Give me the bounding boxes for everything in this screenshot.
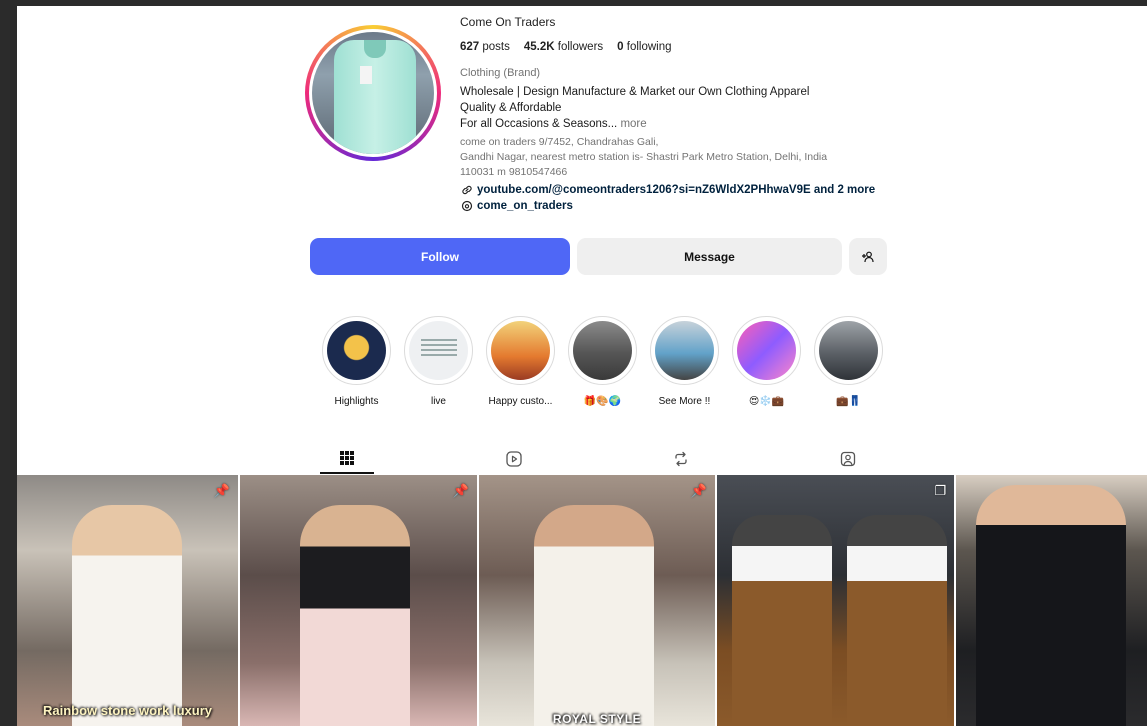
avatar	[312, 32, 434, 154]
profile-page: Come On Traders 627 posts 45.2K follower…	[17, 6, 1147, 726]
link-text: youtube.com/@comeontraders1206?si=nZ6Wld…	[477, 183, 876, 196]
grid-icon	[340, 451, 354, 465]
highlight-item[interactable]: 🎁🎨🌍	[568, 316, 637, 407]
pin-icon: 📌	[452, 483, 469, 498]
tagged-icon	[840, 451, 856, 467]
highlight-cover	[573, 321, 632, 380]
profile-avatar-story-ring[interactable]	[305, 25, 441, 161]
highlight-label: 💼👖	[836, 396, 861, 407]
posts-grid: 📌 Rainbow stone work luxury 📌 📌 ROYAL ST…	[17, 475, 1147, 726]
following-stat[interactable]: 0 following	[617, 41, 671, 53]
pin-icon: 📌	[213, 483, 230, 498]
profile-stats: 627 posts 45.2K followers 0 following	[460, 41, 900, 53]
follow-button[interactable]: Follow	[310, 238, 570, 275]
post-thumbnail[interactable]	[956, 475, 1147, 726]
post-thumbnail[interactable]: 📌	[240, 475, 477, 726]
reels-icon	[506, 451, 522, 467]
bio-line: Quality & Affordable	[460, 102, 562, 114]
add-person-icon	[862, 251, 874, 262]
highlight-label: live	[430, 396, 446, 407]
highlight-cover	[491, 321, 550, 380]
highlight-cover	[737, 321, 796, 380]
posts-stat: 627 posts	[460, 41, 510, 53]
post-overlay-text: Rainbow stone work luxury	[42, 703, 213, 718]
tab-reels[interactable]	[487, 444, 541, 474]
highlight-item[interactable]: live	[404, 316, 473, 407]
highlight-label: 😍❄️💼	[748, 396, 785, 407]
link-icon	[460, 183, 473, 196]
highlight-item[interactable]: 😍❄️💼	[732, 316, 801, 407]
address-line: 110031 m 9810547466	[460, 166, 568, 178]
highlight-label: See More !!	[658, 396, 711, 407]
multi-post-icon: ❐	[934, 483, 946, 498]
highlight-cover	[819, 321, 878, 380]
repost-icon	[675, 451, 687, 467]
bio-line: For all Occasions & Seasons... more	[460, 118, 647, 130]
address-line: come on traders 9/7452, Chandrahas Gali,	[460, 136, 659, 148]
tab-reposts[interactable]	[654, 444, 708, 474]
pin-icon: 📌	[690, 483, 707, 498]
post-thumbnail[interactable]: ❐	[717, 475, 954, 726]
suggested-accounts-button[interactable]	[849, 238, 887, 275]
highlight-label: Happy custo...	[488, 396, 553, 407]
post-thumbnail[interactable]: 📌 ROYAL STYLE	[479, 475, 715, 726]
bio-line: Wholesale | Design Manufacture & Market …	[460, 86, 810, 98]
highlight-label: Highlights	[334, 396, 379, 407]
highlight-item[interactable]: 💼👖	[814, 316, 883, 407]
threads-icon	[460, 199, 473, 212]
profile-info: Come On Traders 627 posts 45.2K follower…	[460, 11, 900, 212]
highlight-cover	[655, 321, 714, 380]
profile-address: come on traders 9/7452, Chandrahas Gali,…	[460, 135, 900, 180]
profile-username: Come On Traders	[460, 15, 556, 29]
profile-external-link[interactable]: youtube.com/@comeontraders1206?si=nZ6Wld…	[460, 183, 900, 196]
followers-stat[interactable]: 45.2K followers	[524, 41, 603, 53]
highlight-item[interactable]: Happy custo...	[486, 316, 555, 407]
profile-tabs	[320, 444, 900, 474]
profile-bio: Wholesale | Design Manufacture & Market …	[460, 84, 900, 132]
threads-link[interactable]: come_on_traders	[460, 199, 900, 212]
story-highlights: Highlights live Happy custo... 🎁🎨🌍 See M…	[322, 316, 883, 407]
highlight-cover	[409, 321, 468, 380]
highlight-item[interactable]: See More !!	[650, 316, 719, 407]
highlight-cover	[327, 321, 386, 380]
highlight-item[interactable]: Highlights	[322, 316, 391, 407]
post-thumbnail[interactable]: 📌 Rainbow stone work luxury	[17, 475, 238, 726]
highlight-label: 🎁🎨🌍	[583, 396, 622, 407]
threads-handle: come_on_traders	[477, 199, 573, 212]
bio-more-link[interactable]: more	[620, 118, 646, 130]
tab-tagged[interactable]	[821, 444, 875, 474]
post-overlay-text: ROYAL STYLE	[552, 712, 642, 726]
message-button[interactable]: Message	[577, 238, 842, 275]
profile-category: Clothing (Brand)	[460, 67, 541, 79]
tab-posts[interactable]	[320, 444, 374, 474]
address-line: Gandhi Nagar, nearest metro station is- …	[460, 151, 828, 163]
